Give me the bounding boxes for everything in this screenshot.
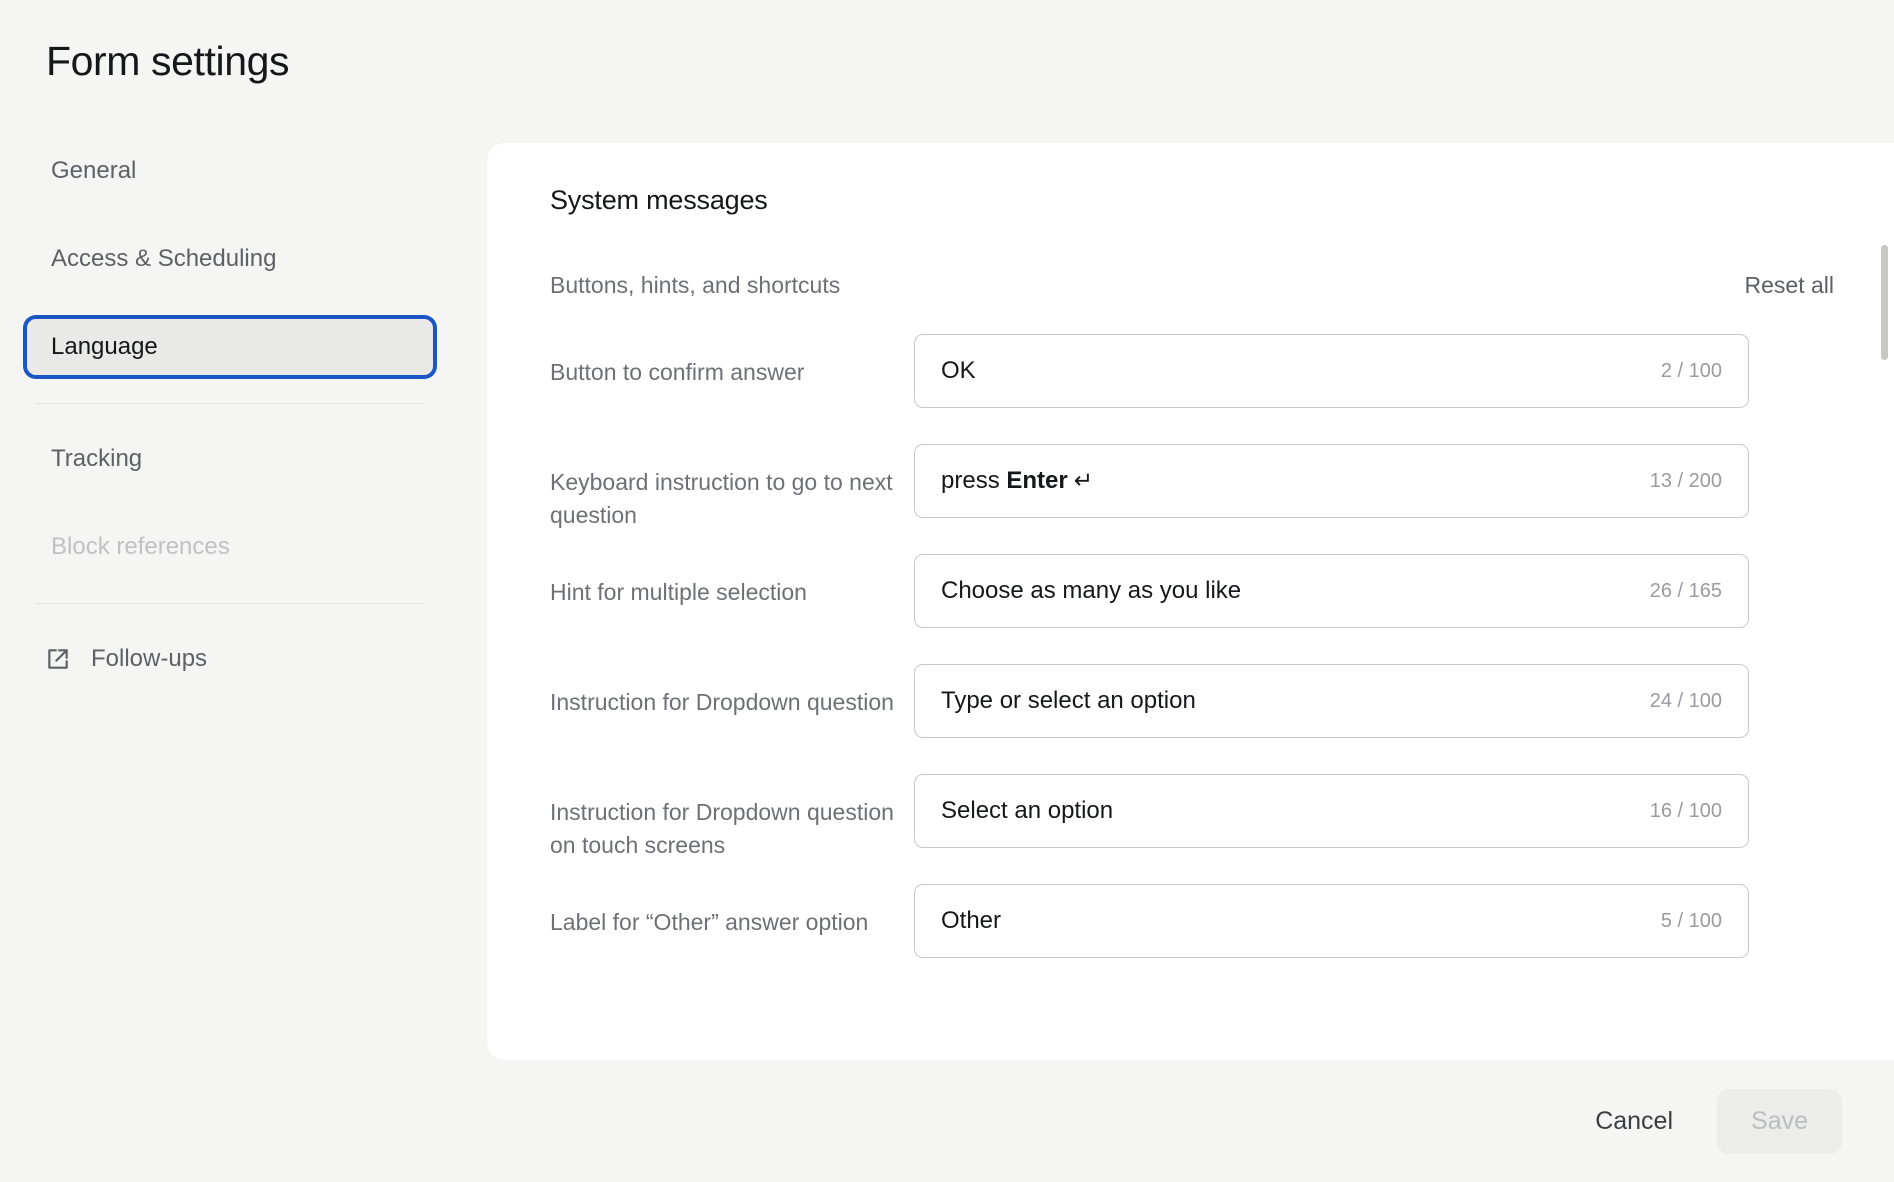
sidebar-item-general[interactable]: General — [24, 140, 436, 202]
input-value: Other — [941, 907, 1002, 934]
form-settings-dialog: Form settings General Access & Schedulin… — [0, 0, 1894, 1182]
panel-title: System messages — [550, 185, 768, 215]
input-value-bold: Enter — [1006, 467, 1068, 494]
field-control: OK 2 / 100 — [914, 334, 1749, 408]
dropdown-instruction-input[interactable]: Type or select an option 24 / 100 — [914, 664, 1749, 738]
input-value: Select an option — [941, 797, 1114, 824]
field-row-confirm-answer: Button to confirm answer OK 2 / 100 — [550, 334, 1846, 444]
field-row-next-question-hint: Keyboard instruction to go to next quest… — [550, 444, 1846, 554]
sidebar-item-block-references[interactable]: Block references — [24, 516, 436, 578]
dialog-footer: Cancel Save — [0, 1060, 1894, 1182]
field-control: Select an option 16 / 100 — [914, 774, 1749, 848]
scrollbar-thumb[interactable] — [1881, 245, 1888, 360]
field-control: Type or select an option 24 / 100 — [914, 664, 1749, 738]
field-label: Button to confirm answer — [550, 359, 805, 385]
field-control: press Enter ↵ 13 / 200 — [914, 444, 1749, 518]
sidebar-divider-1 — [36, 403, 424, 404]
sidebar-item-label: Block references — [51, 533, 230, 560]
char-counter: 2 / 100 — [1660, 359, 1722, 382]
sidebar-item-follow-ups[interactable]: Follow-ups — [24, 628, 436, 690]
input-value: Type or select an option — [941, 687, 1196, 714]
field-label: Keyboard instruction to go to next quest… — [550, 469, 893, 529]
input-value-text: press — [941, 467, 1007, 494]
field-row-dropdown-instruction: Instruction for Dropdown question Type o… — [550, 664, 1846, 774]
multiple-selection-hint-input[interactable]: Choose as many as you like 26 / 165 — [914, 554, 1749, 628]
field-rows: Button to confirm answer OK 2 / 100 Keyb… — [550, 334, 1846, 994]
section-label: Buttons, hints, and shortcuts — [550, 272, 841, 298]
panel-content: System messages Buttons, hints, and shor… — [487, 143, 1894, 1060]
char-counter: 5 / 100 — [1660, 909, 1722, 932]
char-counter: 26 / 165 — [1649, 579, 1722, 602]
cancel-button[interactable]: Cancel — [1569, 1093, 1699, 1150]
settings-sidebar: General Access & Scheduling Language Tra… — [0, 140, 460, 690]
sidebar-item-label: General — [51, 157, 137, 184]
sidebar-item-tracking[interactable]: Tracking — [24, 428, 436, 490]
char-counter: 13 / 200 — [1649, 469, 1722, 492]
sidebar-item-label: Tracking — [51, 445, 143, 472]
system-messages-panel: System messages Buttons, hints, and shor… — [487, 143, 1894, 1060]
input-value: OK — [941, 357, 976, 384]
reset-all-button[interactable]: Reset all — [1745, 272, 1834, 299]
section-header: Buttons, hints, and shortcuts Reset all — [550, 272, 1846, 299]
sidebar-item-label: Access & Scheduling — [51, 245, 277, 272]
next-question-hint-input[interactable]: press Enter ↵ 13 / 200 — [914, 444, 1749, 518]
field-label: Instruction for Dropdown question on tou… — [550, 799, 894, 859]
sidebar-item-language[interactable]: Language — [24, 316, 436, 378]
input-value: press Enter ↵ — [941, 467, 1093, 495]
field-label: Label for “Other” answer option — [550, 909, 869, 935]
sidebar-item-access-scheduling[interactable]: Access & Scheduling — [24, 228, 436, 290]
field-row-other-option-label: Label for “Other” answer option Other 5 … — [550, 884, 1846, 994]
dropdown-touch-instruction-input[interactable]: Select an option 16 / 100 — [914, 774, 1749, 848]
save-button[interactable]: Save — [1717, 1088, 1842, 1154]
sidebar-item-label: Language — [51, 333, 158, 360]
input-value: Choose as many as you like — [941, 577, 1242, 604]
page-title: Form settings — [46, 38, 290, 84]
panel-scrollbar[interactable] — [1881, 150, 1889, 1055]
field-row-dropdown-touch-instruction: Instruction for Dropdown question on tou… — [550, 774, 1846, 884]
field-row-multiple-selection-hint: Hint for multiple selection Choose as ma… — [550, 554, 1846, 664]
field-label: Hint for multiple selection — [550, 579, 807, 605]
char-counter: 16 / 100 — [1649, 799, 1722, 822]
confirm-answer-input[interactable]: OK 2 / 100 — [914, 334, 1749, 408]
enter-return-icon: ↵ — [1073, 467, 1093, 493]
field-label: Instruction for Dropdown question — [550, 689, 894, 715]
other-option-label-input[interactable]: Other 5 / 100 — [914, 884, 1749, 958]
sidebar-divider-2 — [36, 603, 424, 604]
sidebar-item-label: Follow-ups — [91, 645, 208, 672]
field-control: Other 5 / 100 — [914, 884, 1749, 958]
field-control: Choose as many as you like 26 / 165 — [914, 554, 1749, 628]
external-link-icon — [43, 644, 73, 674]
char-counter: 24 / 100 — [1649, 689, 1722, 712]
